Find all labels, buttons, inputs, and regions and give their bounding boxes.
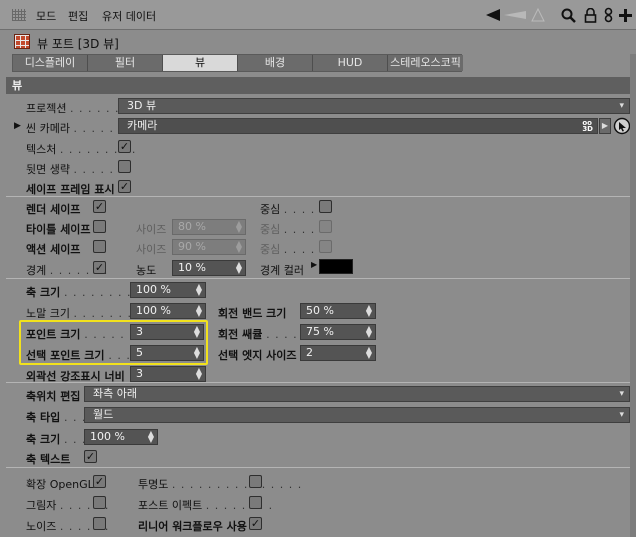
scene-camera-field[interactable]: 카메라 oo 3D: [118, 118, 598, 134]
search-icon[interactable]: [560, 7, 576, 23]
tab-view[interactable]: 뷰: [163, 55, 238, 71]
tab-background[interactable]: 배경: [238, 55, 313, 71]
border-color-label: 경계 컬러: [260, 264, 304, 277]
safe-frame-checkbox[interactable]: ✓: [118, 180, 131, 193]
selected-edge-size-label: 선택 엣지 사이즈: [218, 349, 297, 362]
panel-title: 뷰 포트 [3D 뷰]: [37, 37, 119, 51]
point-size-input[interactable]: 3 ▲ ▼: [130, 324, 204, 340]
render-center-checkbox[interactable]: [319, 200, 332, 213]
camera-menu-arrow-icon[interactable]: ▶: [599, 118, 611, 134]
link-icon[interactable]: [600, 7, 616, 23]
divider: [6, 278, 630, 279]
lock-icon[interactable]: [582, 7, 598, 23]
axis-size2-label: 축 크기 . . .: [26, 433, 87, 446]
linear-workflow-label: 리니어 워크플로우 사용: [138, 520, 247, 533]
render-safe-label: 렌더 세이프: [26, 203, 81, 216]
arrow-back-icon[interactable]: [486, 7, 546, 23]
rotation-band-size-input[interactable]: 50 % ▲ ▼: [300, 303, 376, 319]
selected-point-size-label: 선택 포인트 크기 . . .: [26, 349, 131, 362]
tab-stereoscopic[interactable]: 스테레오스코픽: [388, 55, 463, 71]
title-safe-checkbox[interactable]: [93, 220, 106, 233]
shadow-checkbox[interactable]: [93, 496, 106, 509]
rotation-band-size-label: 회전 밴드 크기: [218, 307, 287, 320]
tab-bar: 디스플레이 필터 뷰 배경 HUD 스테레오스코픽: [12, 54, 463, 72]
density-input[interactable]: 10 % ▲ ▼: [172, 260, 246, 276]
section-header[interactable]: 뷰: [6, 77, 630, 94]
extended-opengl-checkbox[interactable]: ✓: [93, 475, 106, 488]
projection-dropdown[interactable]: 3D 뷰 ▾: [118, 98, 630, 114]
axis-position-label: 축위치 편집: [26, 390, 81, 403]
action-size-label: 사이즈: [136, 243, 167, 256]
title-center-checkbox[interactable]: [319, 220, 332, 233]
render-safe-checkbox[interactable]: ✓: [93, 200, 106, 213]
render-center-label: 중심 . . . . .: [260, 203, 325, 216]
axis-text-label: 축 텍스트: [26, 453, 71, 466]
scrollbar[interactable]: [630, 54, 636, 537]
tab-filter[interactable]: 필터: [88, 55, 163, 71]
axis-size2-input[interactable]: 100 % ▲ ▼: [84, 429, 158, 445]
action-safe-checkbox[interactable]: [93, 240, 106, 253]
transparency-checkbox[interactable]: [249, 475, 262, 488]
grip-handle-icon[interactable]: [12, 9, 26, 21]
normal-size-label: 노말 크기 . . . . . . . .: [26, 307, 141, 320]
scene-camera-label: 씬 카메라 . . . . . . .: [26, 122, 132, 135]
rotation-sugar-input[interactable]: 75 % ▲ ▼: [300, 324, 376, 340]
border-color-swatch[interactable]: [319, 259, 353, 274]
add-icon[interactable]: [617, 7, 633, 23]
selected-point-size-input[interactable]: 5 ▲ ▼: [130, 345, 204, 361]
transparency-label: 투명도 . . . . . . . . . . . . . . .: [138, 478, 303, 491]
menu-mode[interactable]: 모드: [36, 8, 56, 24]
action-center-checkbox[interactable]: [319, 240, 332, 253]
action-size-input[interactable]: 90 % ▲ ▼: [172, 239, 246, 255]
divider: [6, 196, 630, 197]
menu-user-data[interactable]: 유저 데이터: [102, 8, 156, 24]
backface-label: 뒷면 생략 . . . . . . .: [26, 163, 132, 176]
expand-arrow-icon[interactable]: ▶: [14, 121, 21, 131]
axis-type-dropdown[interactable]: 월드 ▾: [84, 407, 630, 423]
action-safe-label: 액션 세이프: [26, 243, 81, 256]
normal-size-input[interactable]: 100 % ▲ ▼: [130, 303, 206, 319]
density-label: 농도: [136, 264, 157, 277]
axis-position-dropdown[interactable]: 좌측 아래 ▾: [84, 386, 630, 402]
camera-3d-icon: oo 3D: [582, 119, 593, 133]
viewport-icon: [14, 34, 30, 49]
axis-size-input[interactable]: 100 % ▲ ▼: [130, 282, 206, 298]
divider: [6, 467, 630, 468]
axis-text-checkbox[interactable]: ✓: [84, 450, 97, 463]
selected-edge-size-input[interactable]: 2 ▲ ▼: [300, 345, 376, 361]
color-expand-arrow-icon[interactable]: ▶: [311, 260, 317, 269]
divider: [6, 382, 630, 383]
menu-edit[interactable]: 편집: [68, 8, 88, 24]
border-checkbox[interactable]: ✓: [93, 261, 106, 274]
extended-opengl-label: 확장 OpenGL: [26, 478, 94, 491]
title-size-input[interactable]: 80 % ▲ ▼: [172, 219, 246, 235]
backface-checkbox[interactable]: [118, 160, 131, 173]
outline-width-input[interactable]: 3 ▲ ▼: [130, 366, 206, 382]
linear-workflow-checkbox[interactable]: ✓: [249, 517, 262, 530]
title-size-label: 사이즈: [136, 223, 167, 236]
title-safe-label: 타이틀 세이프: [26, 223, 91, 236]
title-center-label: 중심 . . . . .: [260, 223, 325, 236]
noise-checkbox[interactable]: [93, 517, 106, 530]
tab-hud[interactable]: HUD: [313, 55, 388, 71]
pick-cursor-icon[interactable]: [613, 117, 631, 135]
tab-display[interactable]: 디스플레이: [13, 55, 88, 71]
post-effect-checkbox[interactable]: [249, 496, 262, 509]
texture-checkbox[interactable]: ✓: [118, 140, 131, 153]
action-center-label: 중심 . . . . .: [260, 243, 325, 256]
safe-frame-label: 세이프 프레임 표시: [26, 183, 115, 196]
